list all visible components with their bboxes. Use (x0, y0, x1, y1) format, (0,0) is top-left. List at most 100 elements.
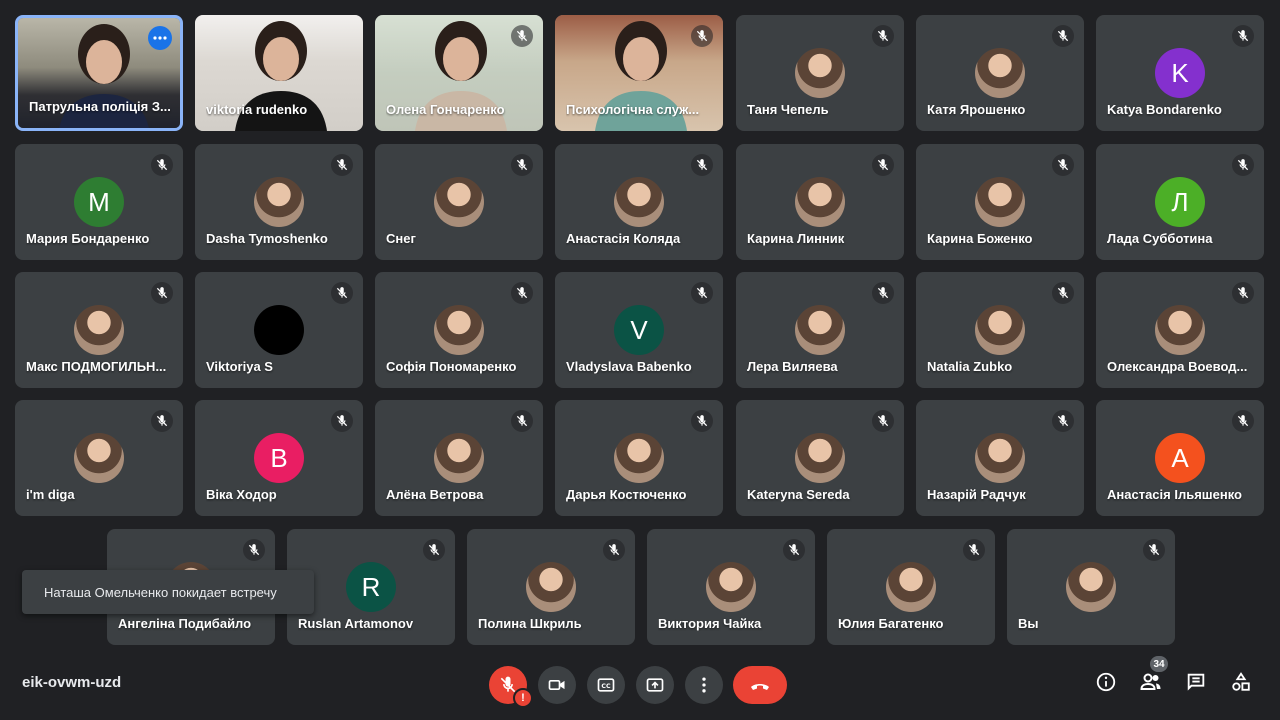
warning-badge-icon: ! (513, 688, 533, 708)
meeting-code: eik-ovwm-uzd (22, 674, 122, 691)
participant-avatar: K (1155, 48, 1205, 98)
captions-button[interactable]: CC (587, 666, 625, 704)
participant-avatar: V (614, 305, 664, 355)
svg-text:CC: CC (601, 683, 611, 690)
mic-muted-icon (691, 282, 713, 304)
participant-tile[interactable]: Назарій Радчук (916, 400, 1084, 516)
participant-tile[interactable]: Карина Боженко (916, 144, 1084, 260)
participant-avatar: R (346, 562, 396, 612)
activities-button[interactable] (1227, 668, 1255, 696)
activities-icon (1232, 672, 1250, 691)
participant-name: Віка Ходор (206, 487, 277, 502)
participant-tile[interactable]: B Віка Ходор (195, 400, 363, 516)
participant-tile[interactable]: Анастасія Коляда (555, 144, 723, 260)
participant-tile[interactable]: Катя Ярошенко (916, 15, 1084, 131)
participant-tile[interactable]: Патрульна поліція З... (15, 15, 183, 131)
participant-tile[interactable]: Карина Линник (736, 144, 904, 260)
participant-tile[interactable]: K Katya Bondarenko (1096, 15, 1264, 131)
participant-tile[interactable]: Полина Шкриль (467, 529, 635, 645)
mic-muted-icon (1052, 25, 1074, 47)
toast-text: Наташа Омельченко покидает встречу (44, 584, 277, 600)
participant-name: Анастасія Коляда (566, 231, 681, 246)
present-now-button[interactable] (636, 666, 674, 704)
mic-muted-icon (1232, 25, 1254, 47)
participant-tile[interactable]: Макс ПОДМОГИЛЬН... (15, 272, 183, 388)
mic-muted-icon (691, 410, 713, 432)
mic-muted-icon (331, 154, 353, 176)
show-everyone-button[interactable] (1137, 668, 1165, 696)
participant-avatar (975, 177, 1025, 227)
camera-toggle-button[interactable] (538, 666, 576, 704)
participant-tile[interactable]: A Анастасія Ільяшенко (1096, 400, 1264, 516)
mic-muted-icon (872, 25, 894, 47)
participant-avatar: B (254, 433, 304, 483)
meeting-details-button[interactable] (1092, 668, 1120, 696)
participant-name: viktoria rudenko (206, 102, 308, 117)
participant-name: Natalia Zubko (927, 359, 1013, 374)
participant-name: Katya Bondarenko (1107, 102, 1222, 117)
mic-muted-icon (243, 539, 265, 561)
participant-tile[interactable]: Олена Гончаренко (375, 15, 543, 131)
participant-name: Ruslan Artamonov (298, 616, 414, 631)
participant-tile[interactable]: Dasha Tymoshenko (195, 144, 363, 260)
mic-muted-icon (1052, 282, 1074, 304)
participant-name: Снег (386, 231, 416, 246)
participant-avatar (795, 177, 845, 227)
people-icon (1140, 673, 1161, 690)
mic-muted-icon (1052, 154, 1074, 176)
mic-muted-icon (511, 154, 533, 176)
participant-avatar (254, 305, 304, 355)
participant-tile[interactable]: V Vladyslava Babenko (555, 272, 723, 388)
mic-muted-icon (783, 539, 805, 561)
participant-tile[interactable]: Viktoriya S (195, 272, 363, 388)
participant-name: Карина Линник (747, 231, 845, 246)
mic-toggle-button[interactable]: ! (489, 666, 533, 708)
more-options-button[interactable] (685, 666, 723, 704)
participant-tile[interactable]: M Мария Бондаренко (15, 144, 183, 260)
mic-muted-icon (872, 154, 894, 176)
mic-muted-icon (511, 25, 533, 47)
chat-button[interactable] (1182, 668, 1210, 696)
participant-tile[interactable]: Kateryna Sereda (736, 400, 904, 516)
chat-icon (1187, 673, 1205, 691)
bottom-toolbar: eik-ovwm-uzd ! CC 34 (0, 656, 1280, 720)
participant-tile[interactable]: i'm diga (15, 400, 183, 516)
mic-muted-icon (872, 410, 894, 432)
present-screen-icon (646, 678, 664, 692)
participant-name: Полина Шкриль (478, 616, 582, 631)
participant-name: Kateryna Sereda (747, 487, 850, 502)
participant-tile[interactable]: Вы (1007, 529, 1175, 645)
participant-tile[interactable]: Лера Виляева (736, 272, 904, 388)
participant-tile[interactable]: Natalia Zubko (916, 272, 1084, 388)
participant-tile[interactable]: viktoria rudenko (195, 15, 363, 131)
participant-name: Лера Виляева (747, 359, 838, 374)
participant-tile[interactable]: Софія Пономаренко (375, 272, 543, 388)
participant-name: Таня Чепель (747, 102, 829, 117)
participant-avatar: Л (1155, 177, 1205, 227)
mic-muted-icon (1143, 539, 1165, 561)
more-options-icon[interactable] (148, 26, 172, 50)
mic-muted-icon (1232, 410, 1254, 432)
participant-name: Олена Гончаренко (386, 102, 505, 117)
participant-tile[interactable]: Снег (375, 144, 543, 260)
mic-muted-icon (691, 25, 713, 47)
participant-tile[interactable]: Олександра Воевод... (1096, 272, 1264, 388)
mic-muted-icon (331, 410, 353, 432)
participant-tile[interactable]: Таня Чепель (736, 15, 904, 131)
participant-avatar (614, 177, 664, 227)
participant-tile[interactable]: Психологічна служ... (555, 15, 723, 131)
participant-name: Viktoriya S (206, 359, 273, 374)
mic-muted-icon (1052, 410, 1074, 432)
avatar-initial: A (1171, 442, 1189, 473)
video-camera-icon (548, 680, 565, 690)
participant-tile[interactable]: Алёна Ветрова (375, 400, 543, 516)
participant-name: Ангеліна Подибайло (118, 616, 252, 631)
mic-muted-icon (151, 282, 173, 304)
participant-tile[interactable]: Л Лада Субботина (1096, 144, 1264, 260)
leave-notification-toast: Наташа Омельченко покидает встречу (22, 570, 314, 614)
participant-tile[interactable]: Виктория Чайка (647, 529, 815, 645)
participant-tile[interactable]: Юлия Багатенко (827, 529, 995, 645)
participant-name: Софія Пономаренко (386, 359, 517, 374)
participant-tile[interactable]: Дарья Костюченко (555, 400, 723, 516)
leave-call-button[interactable] (733, 666, 787, 704)
